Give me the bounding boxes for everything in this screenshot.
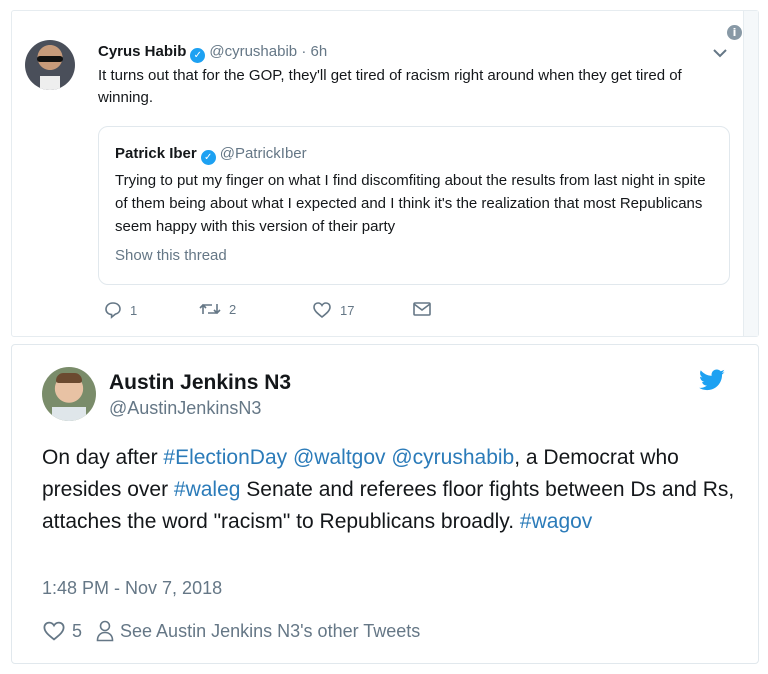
quoted-header: Patrick Iber ✓ @PatrickIber bbox=[115, 145, 307, 165]
hashtag-link-wagov[interactable]: #wagov bbox=[520, 510, 592, 533]
tweet-footer: 5 See Austin Jenkins N3's other Tweets bbox=[42, 620, 420, 642]
avatar[interactable] bbox=[25, 40, 75, 90]
verified-icon: ✓ bbox=[200, 150, 216, 165]
reply-icon bbox=[105, 302, 121, 319]
heart-icon bbox=[313, 302, 331, 319]
retweet-count: 2 bbox=[229, 301, 237, 317]
author-handle[interactable]: @AustinJenkinsN3 bbox=[109, 398, 261, 419]
like-button[interactable]: 5 bbox=[42, 620, 82, 642]
quoted-tweet[interactable]: Patrick Iber ✓ @PatrickIber Trying to put … bbox=[98, 126, 730, 285]
hashtag-link-electionday[interactable]: #ElectionDay bbox=[163, 446, 287, 469]
retweet-icon bbox=[199, 303, 221, 315]
info-icon[interactable]: i bbox=[727, 25, 742, 40]
tweet-timestamp[interactable]: 1:48 PM - Nov 7, 2018 bbox=[42, 578, 222, 599]
scrollbar-strip bbox=[743, 11, 758, 336]
like-count: 5 bbox=[72, 620, 83, 641]
mail-icon bbox=[413, 302, 431, 316]
author-name[interactable]: Austin Jenkins N3 bbox=[109, 371, 291, 395]
like-button[interactable]: 17 bbox=[312, 301, 354, 319]
author-name[interactable]: Cyrus Habib bbox=[98, 43, 186, 60]
separator: · bbox=[301, 43, 307, 60]
chevron-down-icon[interactable] bbox=[712, 47, 728, 59]
author-handle[interactable]: @cyrushabib bbox=[209, 43, 297, 60]
hashtag-link-waleg[interactable]: #waleg bbox=[174, 478, 241, 501]
text-segment: On day after bbox=[42, 446, 164, 469]
screenshot-tweet: i Cyrus Habib ✓ @cyrushabib · 6h It turns … bbox=[11, 10, 759, 337]
tweet-header: Cyrus Habib ✓ @cyrushabib · 6h bbox=[98, 43, 327, 63]
reply-count: 1 bbox=[130, 302, 138, 318]
quoted-text: Trying to put my finger on what I find d… bbox=[115, 172, 706, 235]
twitter-bird-icon[interactable] bbox=[698, 369, 726, 393]
message-button[interactable] bbox=[412, 301, 432, 317]
retweet-button[interactable]: 2 bbox=[199, 301, 236, 317]
quoted-author-handle: @PatrickIber bbox=[219, 145, 307, 162]
tweet-text: On day after #ElectionDay @waltgov @cyru… bbox=[42, 442, 742, 538]
mention-link-waltgov[interactable]: @waltgov bbox=[293, 446, 386, 469]
tweet-text: It turns out that for the GOP, they'll g… bbox=[98, 67, 682, 106]
reply-button[interactable]: 1 bbox=[104, 301, 137, 319]
other-tweets-link[interactable]: See Austin Jenkins N3's other Tweets bbox=[96, 620, 420, 642]
mention-link-cyrushabib[interactable]: @cyrushabib bbox=[391, 446, 514, 469]
avatar[interactable] bbox=[42, 367, 96, 421]
verified-icon: ✓ bbox=[190, 48, 206, 63]
embedded-tweet-card: Austin Jenkins N3 @AustinJenkinsN3 On da… bbox=[11, 344, 759, 664]
quoted-author-name: Patrick Iber bbox=[115, 145, 197, 162]
person-icon bbox=[96, 620, 114, 642]
like-count: 17 bbox=[340, 302, 355, 318]
show-thread-link[interactable]: Show this thread bbox=[115, 247, 227, 264]
heart-icon bbox=[43, 621, 65, 641]
other-tweets-label: See Austin Jenkins N3's other Tweets bbox=[120, 620, 421, 641]
time-ago[interactable]: 6h bbox=[310, 43, 327, 60]
